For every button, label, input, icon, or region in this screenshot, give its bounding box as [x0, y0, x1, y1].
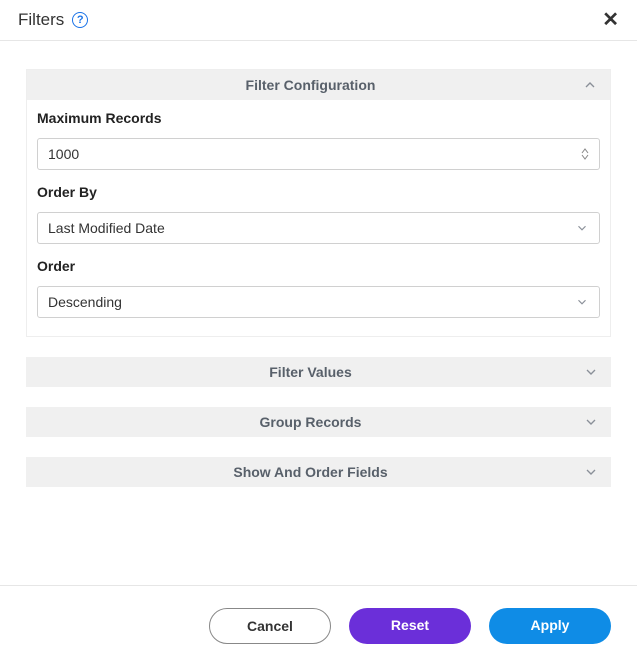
- order-select[interactable]: Descending: [37, 286, 600, 318]
- order-by-value: Last Modified Date: [48, 220, 165, 236]
- section-title: Show And Order Fields: [38, 464, 583, 480]
- filter-configuration-panel: Filter Configuration Maximum Records 100…: [26, 69, 611, 337]
- chevron-down-icon: [575, 221, 589, 235]
- apply-button[interactable]: Apply: [489, 608, 611, 644]
- section-title: Filter Values: [38, 364, 583, 380]
- dialog-title: Filters: [18, 10, 64, 30]
- section-title: Group Records: [38, 414, 583, 430]
- order-by-label: Order By: [37, 184, 600, 200]
- group-records-header[interactable]: Group Records: [26, 407, 611, 437]
- order-label: Order: [37, 258, 600, 274]
- chevron-down-icon: [583, 464, 599, 480]
- order-value: Descending: [48, 294, 122, 310]
- max-records-field: Maximum Records 1000: [37, 110, 600, 170]
- chevron-down-icon: [583, 414, 599, 430]
- order-by-field: Order By Last Modified Date: [37, 184, 600, 244]
- dialog-header: Filters ? ✕: [0, 0, 637, 41]
- chevron-up-icon: [582, 77, 598, 93]
- dialog-footer: Cancel Reset Apply: [0, 585, 637, 666]
- max-records-input[interactable]: 1000: [37, 138, 600, 170]
- chevron-down-icon: [575, 295, 589, 309]
- close-icon[interactable]: ✕: [602, 10, 619, 30]
- chevron-down-icon: [583, 364, 599, 380]
- show-and-order-fields-header[interactable]: Show And Order Fields: [26, 457, 611, 487]
- order-by-select[interactable]: Last Modified Date: [37, 212, 600, 244]
- help-icon[interactable]: ?: [72, 12, 88, 28]
- stepper-icon[interactable]: [581, 148, 589, 160]
- section-title: Filter Configuration: [39, 77, 582, 93]
- max-records-value: 1000: [48, 146, 79, 162]
- filter-configuration-body: Maximum Records 1000 Order By Last Modif…: [27, 100, 610, 336]
- filter-configuration-header[interactable]: Filter Configuration: [27, 70, 610, 100]
- header-left: Filters ?: [18, 10, 88, 30]
- order-field: Order Descending: [37, 258, 600, 318]
- cancel-button[interactable]: Cancel: [209, 608, 331, 644]
- filter-values-header[interactable]: Filter Values: [26, 357, 611, 387]
- reset-button[interactable]: Reset: [349, 608, 471, 644]
- dialog-content: Filter Configuration Maximum Records 100…: [0, 41, 637, 487]
- max-records-label: Maximum Records: [37, 110, 600, 126]
